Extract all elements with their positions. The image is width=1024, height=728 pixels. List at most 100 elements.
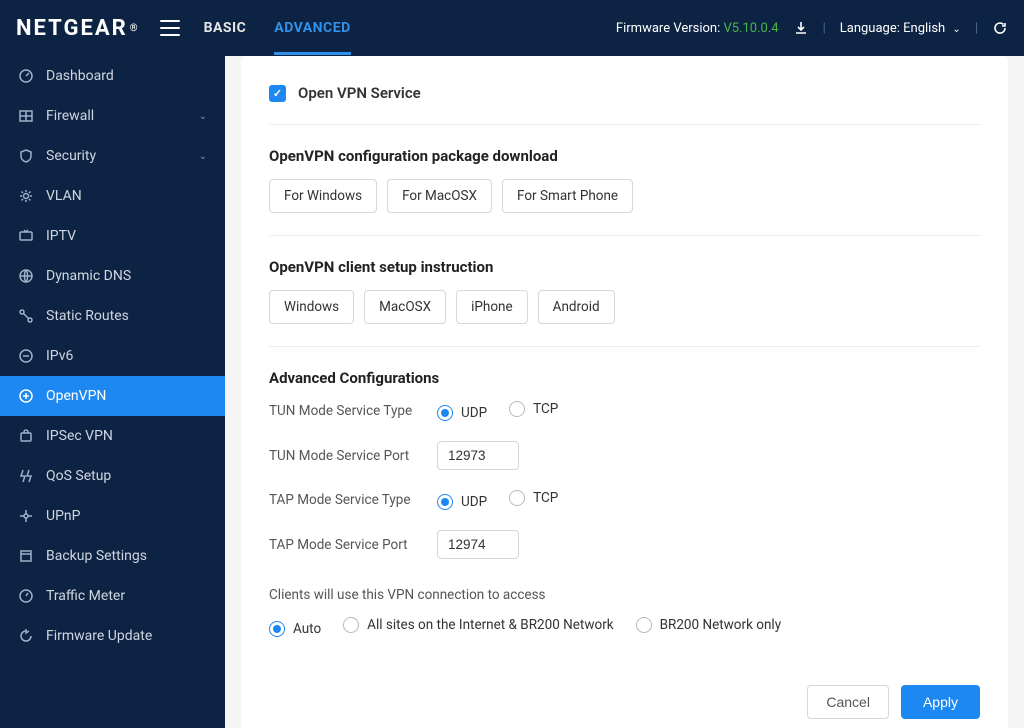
- radio-icon: [509, 490, 525, 506]
- header-right: Firmware Version: V5.10.0.4 | Language: …: [616, 20, 1008, 36]
- tun-port-label: TUN Mode Service Port: [269, 448, 419, 464]
- sidebar-item-firmware-update[interactable]: Firmware Update: [0, 616, 225, 656]
- vpn-icon: [18, 388, 34, 404]
- instruction-iphone-button[interactable]: iPhone: [456, 290, 528, 324]
- refresh-icon[interactable]: [992, 20, 1008, 36]
- sidebar-item-dashboard[interactable]: Dashboard: [0, 56, 225, 96]
- enable-openvpn-checkbox[interactable]: ✓: [269, 85, 286, 102]
- sidebar-item-traffic-meter[interactable]: Traffic Meter: [0, 576, 225, 616]
- sidebar-item-backup-settings[interactable]: Backup Settings: [0, 536, 225, 576]
- radio-label-text: TCP: [533, 401, 558, 417]
- sidebar-item-ipsec-vpn[interactable]: IPSec VPN: [0, 416, 225, 456]
- language-label: Language:: [840, 21, 900, 36]
- ipsec-icon: [18, 428, 34, 444]
- sidebar: Dashboard Firewall ⌄ Security ⌄ VLAN IPTV Dynam…: [0, 56, 225, 728]
- sidebar-item-label: OpenVPN: [46, 388, 106, 404]
- download-icon[interactable]: [793, 20, 809, 36]
- radio-icon: [509, 401, 525, 417]
- access-auto-radio[interactable]: Auto: [269, 621, 321, 637]
- firewall-icon: [18, 108, 34, 124]
- sidebar-item-upnp[interactable]: UPnP: [0, 496, 225, 536]
- firmware-value: V5.10.0.4: [723, 21, 778, 36]
- tab-advanced[interactable]: ADVANCED: [274, 2, 350, 55]
- download-for-smart-phone-button[interactable]: For Smart Phone: [502, 179, 633, 213]
- radio-label-text: UDP: [461, 494, 487, 510]
- sidebar-item-label: Static Routes: [46, 308, 129, 324]
- tab-basic[interactable]: BASIC: [204, 2, 247, 55]
- access-br200-network-only-radio[interactable]: BR200 Network only: [636, 617, 781, 633]
- sidebar-item-label: Backup Settings: [46, 548, 147, 564]
- brand-text: NETGEAR: [16, 16, 128, 41]
- chevron-down-icon: ⌄: [952, 24, 960, 35]
- header-tabs: BASIC ADVANCED: [204, 2, 351, 55]
- tv-icon: [18, 228, 34, 244]
- update-icon: [18, 628, 34, 644]
- chevron-down-icon: ⌄: [199, 151, 207, 162]
- sidebar-item-label: Traffic Meter: [46, 588, 125, 604]
- advanced-title: Advanced Configurations: [269, 369, 980, 387]
- sidebar-item-dynamic-dns[interactable]: Dynamic DNS: [0, 256, 225, 296]
- sidebar-item-ipv6[interactable]: IPv6: [0, 336, 225, 376]
- sidebar-item-label: VLAN: [46, 188, 82, 204]
- instruction-android-button[interactable]: Android: [538, 290, 615, 324]
- download-for-macosx-button[interactable]: For MacOSX: [387, 179, 492, 213]
- menu-toggle-icon[interactable]: [160, 20, 180, 36]
- settings-card: ✓ Open VPN Service OpenVPN configuration…: [241, 56, 1008, 728]
- tun-port-input[interactable]: [437, 441, 519, 470]
- radio-label-text: UDP: [461, 405, 487, 421]
- tap-type-row: TAP Mode Service Type UDP TCP: [269, 490, 980, 510]
- sidebar-item-openvpn[interactable]: OpenVPN: [0, 376, 225, 416]
- chevron-down-icon: ⌄: [199, 111, 207, 122]
- cancel-button[interactable]: Cancel: [807, 685, 889, 719]
- sidebar-item-security[interactable]: Security ⌄: [0, 136, 225, 176]
- firmware-version: Firmware Version: V5.10.0.4: [616, 21, 779, 36]
- qos-icon: [18, 468, 34, 484]
- tun-port-row: TUN Mode Service Port: [269, 441, 980, 470]
- tap-type-tcp-radio[interactable]: TCP: [509, 490, 558, 506]
- instruction-windows-button[interactable]: Windows: [269, 290, 354, 324]
- gear-icon: [18, 188, 34, 204]
- backup-icon: [18, 548, 34, 564]
- sidebar-item-label: IPTV: [46, 228, 76, 244]
- firmware-label: Firmware Version:: [616, 21, 720, 36]
- upnp-icon: [18, 508, 34, 524]
- ipv6-icon: [18, 348, 34, 364]
- tun-type-udp-radio[interactable]: UDP: [437, 405, 487, 421]
- sidebar-item-firewall[interactable]: Firewall ⌄: [0, 96, 225, 136]
- footer-actions: Cancel Apply: [269, 659, 980, 719]
- sidebar-item-qos-setup[interactable]: QoS Setup: [0, 456, 225, 496]
- sidebar-item-vlan[interactable]: VLAN: [0, 176, 225, 216]
- language-value: English: [903, 21, 945, 36]
- divider: |: [823, 21, 826, 36]
- sidebar-item-static-routes[interactable]: Static Routes: [0, 296, 225, 336]
- radio-label-text: TCP: [533, 490, 558, 506]
- tap-type-label: TAP Mode Service Type: [269, 492, 419, 508]
- tun-type-tcp-radio[interactable]: TCP: [509, 401, 558, 417]
- sidebar-item-label: Firmware Update: [46, 628, 152, 644]
- sidebar-item-iptv[interactable]: IPTV: [0, 216, 225, 256]
- tap-port-row: TAP Mode Service Port: [269, 530, 980, 559]
- language-selector[interactable]: Language: English ⌄: [840, 21, 961, 36]
- access-all-sites-on-the-internet-br200-network-radio[interactable]: All sites on the Internet & BR200 Networ…: [343, 617, 613, 633]
- meter-icon: [18, 588, 34, 604]
- tap-port-label: TAP Mode Service Port: [269, 537, 419, 553]
- instruction-macosx-button[interactable]: MacOSX: [364, 290, 446, 324]
- sidebar-item-label: IPv6: [46, 348, 73, 364]
- tun-type-label: TUN Mode Service Type: [269, 403, 419, 419]
- instructions-section: OpenVPN client setup instruction Windows…: [269, 236, 980, 347]
- radio-icon: [437, 405, 453, 421]
- app-header: NETGEAR® BASIC ADVANCED Firmware Version…: [0, 0, 1024, 56]
- sidebar-item-label: Dynamic DNS: [46, 268, 131, 284]
- download-for-windows-button[interactable]: For Windows: [269, 179, 377, 213]
- apply-button[interactable]: Apply: [901, 685, 980, 719]
- sidebar-item-label: Firewall: [46, 108, 94, 124]
- sidebar-item-label: Security: [46, 148, 96, 164]
- tun-type-row: TUN Mode Service Type UDP TCP: [269, 401, 980, 421]
- shield-icon: [18, 148, 34, 164]
- sidebar-item-label: Dashboard: [46, 68, 114, 84]
- enable-label: Open VPN Service: [298, 84, 421, 102]
- advanced-section: Advanced Configurations TUN Mode Service…: [269, 347, 980, 659]
- tap-port-input[interactable]: [437, 530, 519, 559]
- tap-type-udp-radio[interactable]: UDP: [437, 494, 487, 510]
- sidebar-item-label: UPnP: [46, 508, 80, 524]
